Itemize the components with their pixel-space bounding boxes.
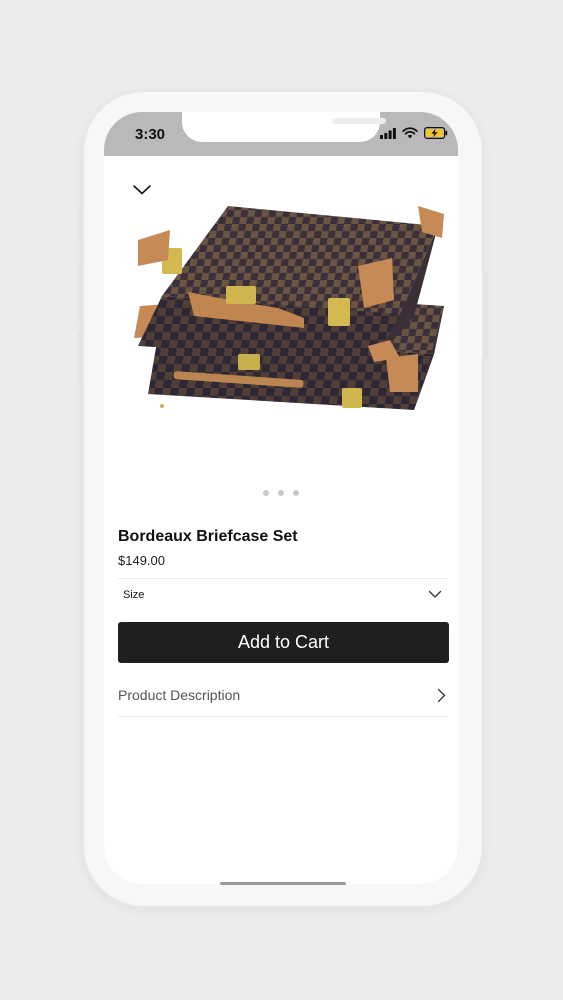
product-description-label: Product Description (118, 687, 241, 703)
product-description-row[interactable]: Product Description (118, 676, 448, 716)
size-selector[interactable]: Size (118, 578, 448, 614)
chevron-down-icon[interactable] (428, 590, 442, 599)
pagination-dot[interactable] (278, 490, 284, 496)
image-pagination[interactable] (104, 490, 458, 496)
cellular-signal-icon (380, 127, 396, 139)
size-label: Size (123, 589, 145, 601)
device-notch (182, 112, 386, 142)
wifi-icon (402, 127, 418, 139)
notch-speaker (332, 118, 386, 124)
home-indicator[interactable] (220, 882, 346, 885)
divider (118, 716, 448, 717)
volume-down-button (78, 332, 82, 384)
status-icons (380, 127, 448, 139)
product-price: $149.00 (118, 553, 165, 568)
chevron-down-icon[interactable] (132, 184, 152, 196)
battery-charging-icon (424, 127, 448, 139)
add-to-cart-button[interactable]: Add to Cart (118, 622, 449, 663)
pagination-dot[interactable] (293, 490, 299, 496)
mute-switch (78, 208, 82, 242)
status-time: 3:30 (135, 126, 166, 143)
volume-up-button (78, 266, 82, 318)
chevron-right-icon[interactable] (437, 688, 446, 703)
power-button (484, 272, 488, 358)
product-title: Bordeaux Briefcase Set (118, 528, 298, 545)
product-image[interactable] (118, 196, 446, 496)
pagination-dot[interactable] (263, 490, 269, 496)
app-screen: 3:30 Bordeaux Briefcase Set $149.00 Size… (104, 112, 458, 884)
